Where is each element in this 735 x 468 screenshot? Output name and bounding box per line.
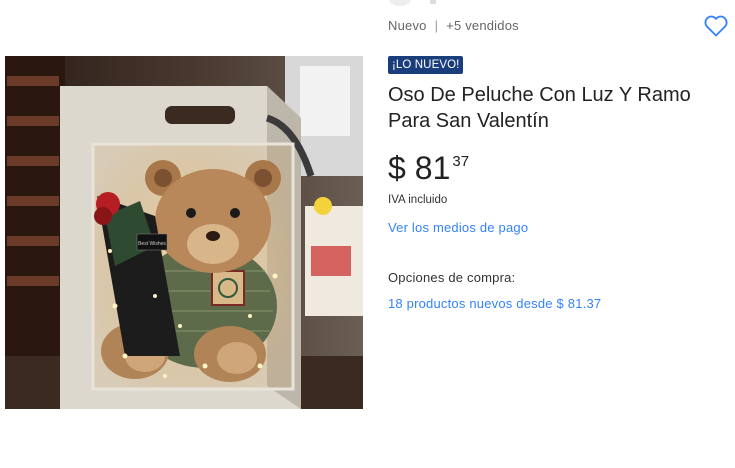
tax-note: IVA incluido xyxy=(388,194,448,206)
sold-count: +5 vendidos xyxy=(446,18,519,33)
purchase-options-link[interactable]: 18 productos nuevos desde $ 81.37 xyxy=(388,296,601,311)
heart-outline-icon xyxy=(704,15,728,37)
bouquet-card-text: Best Wishes xyxy=(138,241,166,247)
top-divider xyxy=(430,0,436,4)
payment-methods-link[interactable]: Ver los medios de pago xyxy=(388,220,528,235)
price-integer: 81 xyxy=(414,150,451,186)
price-cents: 37 xyxy=(452,153,470,170)
product-title: Oso De Peluche Con Luz Y Ramo Para San V… xyxy=(388,84,691,132)
price-currency: $ xyxy=(388,150,406,186)
product-status-line: Nuevo | +5 vendidos xyxy=(388,18,519,33)
status-separator: | xyxy=(434,18,439,33)
condition-label: Nuevo xyxy=(388,18,427,33)
seller-avatar xyxy=(388,0,412,6)
new-badge: ¡LO NUEVO! xyxy=(388,56,464,74)
favorite-button[interactable] xyxy=(703,14,729,38)
product-photo: Best Wishes xyxy=(5,56,363,409)
purchase-options-label: Opciones de compra: xyxy=(388,270,516,285)
product-price: $ 81 37 xyxy=(388,150,469,186)
product-image[interactable]: Best Wishes xyxy=(5,56,363,409)
